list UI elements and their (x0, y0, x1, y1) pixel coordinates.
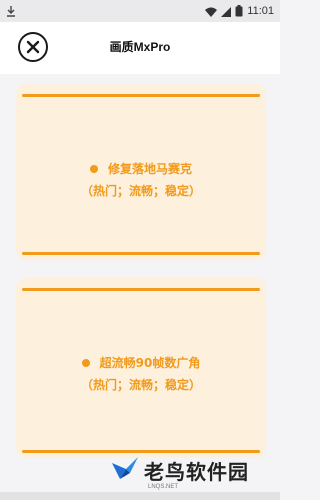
status-time: 11:01 (247, 5, 274, 17)
battery-icon (235, 2, 243, 21)
card-top-line (22, 288, 260, 291)
signal-icon (221, 2, 232, 21)
bullet-icon (89, 164, 98, 173)
watermark-text: 老鸟软件园 (144, 459, 249, 484)
header: 画质MxPro (0, 22, 280, 74)
status-bar: 11:01 (0, 0, 280, 22)
bird-logo-icon (110, 455, 140, 485)
watermark: 老鸟软件园 (110, 455, 249, 485)
card-title-wrap: 超流畅90帧数广角 (16, 354, 266, 371)
card-title-wrap: 修复落地马赛克 (16, 160, 266, 177)
navigation-bar (0, 492, 280, 500)
bullet-icon (81, 358, 90, 367)
watermark-sub: LNQS.NET (148, 484, 179, 490)
download-icon (6, 4, 20, 18)
card-bottom-line (22, 450, 260, 453)
card-subtitle: （热门；流畅；稳定） (80, 378, 201, 392)
card-title: 超流畅90帧数广角 (99, 356, 201, 370)
wifi-icon (205, 2, 218, 21)
page-title: 画质MxPro (109, 40, 171, 54)
card-top-line (22, 94, 260, 97)
card-subtitle: （热门；流畅；稳定） (80, 184, 201, 198)
card-bottom-line (22, 252, 260, 255)
option-card[interactable]: 超流畅90帧数广角 （热门；流畅；稳定） (16, 278, 266, 458)
option-card[interactable]: 修复落地马赛克 （热门；流畅；稳定） (16, 84, 266, 260)
card-title: 修复落地马赛克 (107, 162, 192, 176)
